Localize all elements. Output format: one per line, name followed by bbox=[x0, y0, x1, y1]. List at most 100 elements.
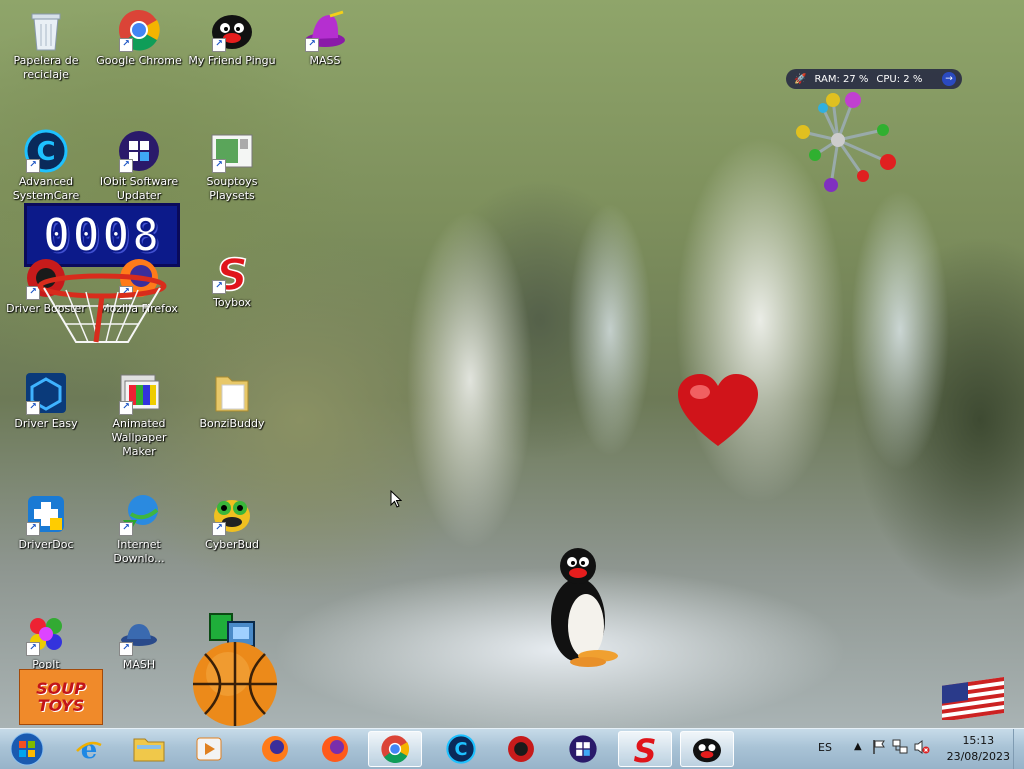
iobit-updater-shortcut[interactable]: ↗ IObit Software Updater bbox=[93, 129, 185, 203]
network-icon[interactable] bbox=[892, 739, 908, 758]
folder-icon bbox=[210, 371, 254, 415]
cpu-usage: CPU: 2 % bbox=[876, 73, 923, 85]
basketball-hoop[interactable] bbox=[36, 272, 168, 346]
icon-label: IObit Software Updater bbox=[99, 175, 179, 202]
shortcut-arrow-icon: ↗ bbox=[26, 642, 40, 656]
toybox-shortcut[interactable]: S ↗ Toybox bbox=[186, 250, 278, 310]
icon-label: Papelera de reciclaje bbox=[13, 54, 79, 81]
basketball[interactable] bbox=[190, 640, 280, 728]
taskbar-advanced-systemcare[interactable]: C bbox=[434, 731, 488, 767]
rocket-icon: 🚀 bbox=[794, 73, 807, 85]
souptoys-playsets-shortcut[interactable]: ↗ Souptoys Playsets bbox=[186, 129, 278, 203]
icon-label: My Friend Pingu bbox=[188, 54, 276, 67]
souptoys-logo-text: SOUP TOYS bbox=[36, 679, 86, 715]
idm-icon: ↗ bbox=[117, 492, 161, 536]
taskbar-chrome[interactable] bbox=[368, 731, 422, 767]
icon-label: Toybox bbox=[213, 296, 251, 309]
mass-hat-icon: ↗ bbox=[303, 8, 347, 52]
icon-label: MASH bbox=[122, 658, 156, 671]
clock-date: 23/08/2023 bbox=[946, 750, 1010, 763]
icon-label: Google Chrome bbox=[96, 54, 182, 67]
recycle-bin-icon bbox=[24, 8, 68, 52]
arrow-right-icon[interactable]: → bbox=[942, 72, 956, 86]
show-desktop-button[interactable] bbox=[1013, 729, 1024, 769]
mouse-cursor bbox=[390, 489, 403, 508]
taskbar-internet-explorer[interactable]: e bbox=[62, 731, 116, 767]
popit-shortcut[interactable]: ↗ PopIt bbox=[0, 612, 92, 672]
cyberbud-shortcut[interactable]: ↗ CyberBud bbox=[186, 492, 278, 552]
chrome-icon: ↗ bbox=[117, 8, 161, 52]
clock[interactable]: 15:13 23/08/2023 bbox=[947, 733, 1010, 765]
animated-wallpaper-maker-shortcut[interactable]: ↗ Animated Wallpaper Maker bbox=[93, 371, 185, 459]
icon-label: Advanced SystemCare bbox=[12, 175, 80, 202]
shortcut-arrow-icon: ↗ bbox=[212, 522, 226, 536]
taskbar-pingu[interactable] bbox=[680, 731, 734, 767]
iobit-updater-icon: ↗ bbox=[117, 129, 161, 173]
shortcut-arrow-icon: ↗ bbox=[119, 401, 133, 415]
shortcut-arrow-icon: ↗ bbox=[26, 401, 40, 415]
icon-label: Internet Downlo... bbox=[113, 538, 165, 565]
icon-label: DriverDoc bbox=[18, 538, 74, 551]
wallpaper-maker-icon: ↗ bbox=[117, 371, 161, 415]
mash-shortcut[interactable]: ↗ MASH bbox=[93, 612, 185, 672]
internet-download-manager-shortcut[interactable]: ↗ Internet Downlo... bbox=[93, 492, 185, 566]
taskbar: e C S ES ▲ 15:13 23/08/2023 bbox=[0, 728, 1024, 769]
souptoys-logo[interactable]: SOUP TOYS bbox=[19, 669, 103, 725]
icon-label: BonziBuddy bbox=[199, 417, 265, 430]
molecule-gadget[interactable] bbox=[793, 90, 903, 194]
ram-cpu-widget[interactable]: 🚀 RAM: 27 % CPU: 2 % → bbox=[786, 69, 962, 89]
shortcut-arrow-icon: ↗ bbox=[119, 38, 133, 52]
shortcut-arrow-icon: ↗ bbox=[212, 38, 226, 52]
language-indicator[interactable]: ES bbox=[818, 741, 832, 754]
my-friend-pingu-shortcut[interactable]: ↗ My Friend Pingu bbox=[186, 8, 278, 68]
pingu-icon: ↗ bbox=[210, 8, 254, 52]
shortcut-arrow-icon: ↗ bbox=[305, 38, 319, 52]
driverdoc-shortcut[interactable]: ↗ DriverDoc bbox=[0, 492, 92, 552]
cyberbud-icon: ↗ bbox=[210, 492, 254, 536]
taskbar-firefox-1[interactable] bbox=[248, 731, 302, 767]
taskbar-driver-booster[interactable] bbox=[494, 731, 548, 767]
icon-label: Animated Wallpaper Maker bbox=[111, 417, 167, 458]
mash-icon: ↗ bbox=[117, 612, 161, 656]
svg-text:e: e bbox=[81, 735, 98, 763]
shortcut-arrow-icon: ↗ bbox=[212, 159, 226, 173]
svg-text:C: C bbox=[454, 740, 467, 760]
shortcut-arrow-icon: ↗ bbox=[212, 280, 226, 294]
toybox-icon: S ↗ bbox=[210, 250, 254, 294]
us-flag[interactable] bbox=[940, 676, 1006, 722]
pingu-sprite[interactable] bbox=[548, 546, 624, 668]
mass-shortcut[interactable]: ↗ MASS bbox=[279, 8, 371, 68]
advanced-systemcare-icon: C ↗ bbox=[24, 129, 68, 173]
recycle-bin-shortcut[interactable]: Papelera de reciclaje bbox=[0, 8, 92, 82]
shortcut-arrow-icon: ↗ bbox=[119, 642, 133, 656]
svg-text:S: S bbox=[633, 733, 656, 765]
icon-label: CyberBud bbox=[205, 538, 259, 551]
volume-muted-icon[interactable] bbox=[914, 739, 930, 758]
ram-usage: RAM: 27 % bbox=[814, 73, 869, 85]
popit-icon: ↗ bbox=[24, 612, 68, 656]
shortcut-arrow-icon: ↗ bbox=[26, 522, 40, 536]
counter-value: 0008 bbox=[42, 207, 162, 263]
taskbar-file-explorer[interactable] bbox=[122, 731, 176, 767]
shortcut-arrow-icon: ↗ bbox=[26, 159, 40, 173]
driverdoc-icon: ↗ bbox=[24, 492, 68, 536]
system-tray: ES ▲ 15:13 23/08/2023 bbox=[794, 729, 1024, 769]
taskbar-toybox[interactable]: S bbox=[618, 731, 672, 767]
icon-label: Driver Easy bbox=[14, 417, 78, 430]
icon-label: MASS bbox=[309, 54, 341, 67]
chrome-shortcut[interactable]: ↗ Google Chrome bbox=[93, 8, 185, 68]
shortcut-arrow-icon: ↗ bbox=[119, 159, 133, 173]
show-hidden-icons-arrow-icon[interactable]: ▲ bbox=[854, 741, 862, 752]
bonzibuddy-shortcut[interactable]: BonziBuddy bbox=[186, 371, 278, 431]
heart-sprite[interactable] bbox=[676, 372, 760, 448]
driver-easy-icon: ↗ bbox=[24, 371, 68, 415]
taskbar-media-player[interactable] bbox=[182, 731, 236, 767]
driver-easy-shortcut[interactable]: ↗ Driver Easy bbox=[0, 371, 92, 431]
action-center-flag-icon[interactable] bbox=[872, 739, 886, 758]
taskbar-iobit-updater[interactable] bbox=[556, 731, 610, 767]
taskbar-firefox-2[interactable] bbox=[308, 731, 362, 767]
start-button[interactable] bbox=[2, 731, 52, 767]
advanced-systemcare-shortcut[interactable]: C ↗ Advanced SystemCare bbox=[0, 129, 92, 203]
desktop[interactable]: Papelera de reciclaje ↗ Google Chrome ↗ … bbox=[0, 0, 1024, 728]
clock-time: 15:13 bbox=[962, 734, 995, 747]
